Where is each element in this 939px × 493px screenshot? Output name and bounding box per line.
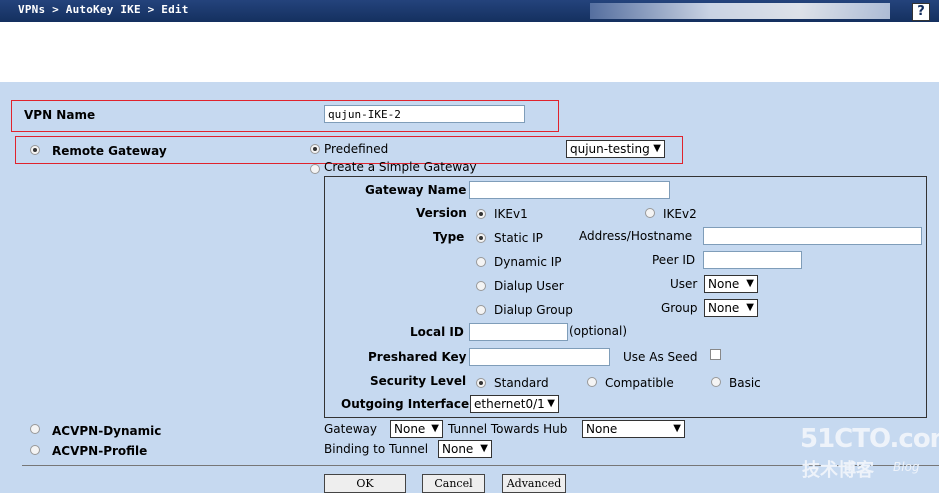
group-select-value: None	[708, 301, 740, 315]
ikev1-radio[interactable]	[476, 209, 486, 219]
predefined-gateway-select[interactable]: qujun-testing ▼	[566, 140, 665, 158]
watermark-sub: 技术博客	[802, 460, 874, 481]
dialup-group-label: Dialup Group	[494, 303, 573, 317]
tunnel-towards-hub-select[interactable]: None ▼	[582, 420, 685, 438]
acvpn-gateway-select[interactable]: None ▼	[390, 420, 443, 438]
gateway-name-input[interactable]	[469, 181, 670, 199]
user-select-value: None	[708, 277, 740, 291]
version-label: Version	[416, 206, 467, 220]
chevron-down-icon: ▼	[431, 423, 439, 434]
predefined-radio[interactable]	[310, 144, 320, 154]
security-standard-radio[interactable]	[476, 378, 486, 388]
acvpn-gateway-value: None	[394, 422, 426, 436]
type-label: Type	[433, 230, 465, 244]
security-standard-label: Standard	[494, 376, 549, 390]
dialup-user-label: Dialup User	[494, 279, 564, 293]
preshared-key-label: Preshared Key	[368, 350, 467, 364]
dialup-user-radio[interactable]	[476, 281, 486, 291]
security-basic-label: Basic	[729, 376, 761, 390]
help-icon[interactable]: ?	[912, 3, 930, 21]
gateway-name-label: Gateway Name	[365, 183, 467, 197]
chevron-down-icon: ▼	[480, 443, 488, 454]
binding-to-tunnel-value: None	[442, 442, 474, 456]
local-id-input[interactable]	[469, 323, 568, 341]
title-bar: VPNs > AutoKey IKE > Edit ?	[0, 0, 939, 22]
dialup-group-radio[interactable]	[476, 305, 486, 315]
address-hostname-label: Address/Hostname	[579, 229, 693, 243]
security-level-label: Security Level	[370, 374, 467, 388]
predefined-gateway-value: qujun-testing	[570, 142, 650, 156]
binding-to-tunnel-label: Binding to Tunnel	[324, 442, 429, 456]
security-compatible-radio[interactable]	[587, 377, 597, 387]
breadcrumb[interactable]: VPNs > AutoKey IKE > Edit	[18, 3, 189, 16]
remote-gateway-radio[interactable]	[30, 145, 40, 155]
ikev2-radio[interactable]	[645, 208, 655, 218]
advanced-button[interactable]: Advanced	[502, 474, 566, 493]
vpn-name-label: VPN Name	[24, 108, 96, 122]
dynamic-ip-label: Dynamic IP	[494, 255, 562, 269]
acvpn-gateway-label: Gateway	[324, 422, 378, 436]
watermark-blog: Blog	[893, 460, 920, 474]
user-select[interactable]: None ▼	[704, 275, 758, 293]
chevron-down-icon: ▼	[653, 143, 661, 154]
dynamic-ip-radio[interactable]	[476, 257, 486, 267]
acvpn-dynamic-radio[interactable]	[30, 424, 40, 434]
security-compatible-label: Compatible	[605, 376, 674, 390]
acvpn-profile-radio[interactable]	[30, 445, 40, 455]
header-spacer	[0, 22, 939, 82]
chevron-down-icon: ▼	[746, 302, 754, 313]
group-select[interactable]: None ▼	[704, 299, 758, 317]
remote-gateway-label: Remote Gateway	[52, 144, 167, 158]
vpn-name-input[interactable]	[324, 105, 525, 123]
outgoing-interface-value: ethernet0/1	[474, 397, 545, 411]
chevron-down-icon: ▼	[673, 423, 681, 434]
acvpn-dynamic-label: ACVPN-Dynamic	[52, 424, 162, 438]
redacted-area	[590, 3, 890, 19]
preshared-key-input[interactable]	[469, 348, 610, 366]
address-hostname-input[interactable]	[703, 227, 922, 245]
use-as-seed-label: Use As Seed	[623, 350, 698, 364]
peer-id-input[interactable]	[703, 251, 802, 269]
tunnel-towards-hub-value: None	[586, 422, 618, 436]
watermark-site: 51CTO.com	[800, 424, 939, 454]
outgoing-interface-select[interactable]: ethernet0/1 ▼	[470, 395, 559, 413]
group-label: Group	[661, 301, 698, 315]
create-simple-gateway-label: Create a Simple Gateway	[324, 160, 477, 174]
chevron-down-icon: ▼	[547, 398, 555, 409]
predefined-label: Predefined	[324, 142, 389, 156]
ikev1-label: IKEv1	[494, 207, 528, 221]
binding-to-tunnel-select[interactable]: None ▼	[438, 440, 492, 458]
static-ip-label: Static IP	[494, 231, 543, 245]
tunnel-towards-hub-label: Tunnel Towards Hub	[448, 422, 568, 436]
create-simple-gateway-radio[interactable]	[310, 164, 320, 174]
ok-button[interactable]: OK	[324, 474, 406, 493]
security-basic-radio[interactable]	[711, 377, 721, 387]
ikev2-label: IKEv2	[663, 207, 697, 221]
peer-id-label: Peer ID	[652, 253, 696, 267]
cancel-button[interactable]: Cancel	[422, 474, 485, 493]
chevron-down-icon: ▼	[746, 278, 754, 289]
user-label: User	[670, 277, 698, 291]
local-id-label: Local ID	[410, 325, 464, 339]
outgoing-interface-label: Outgoing Interface	[341, 397, 470, 411]
static-ip-radio[interactable]	[476, 233, 486, 243]
local-id-hint: (optional)	[569, 324, 627, 338]
use-as-seed-checkbox[interactable]	[710, 349, 721, 360]
acvpn-profile-label: ACVPN-Profile	[52, 444, 148, 458]
